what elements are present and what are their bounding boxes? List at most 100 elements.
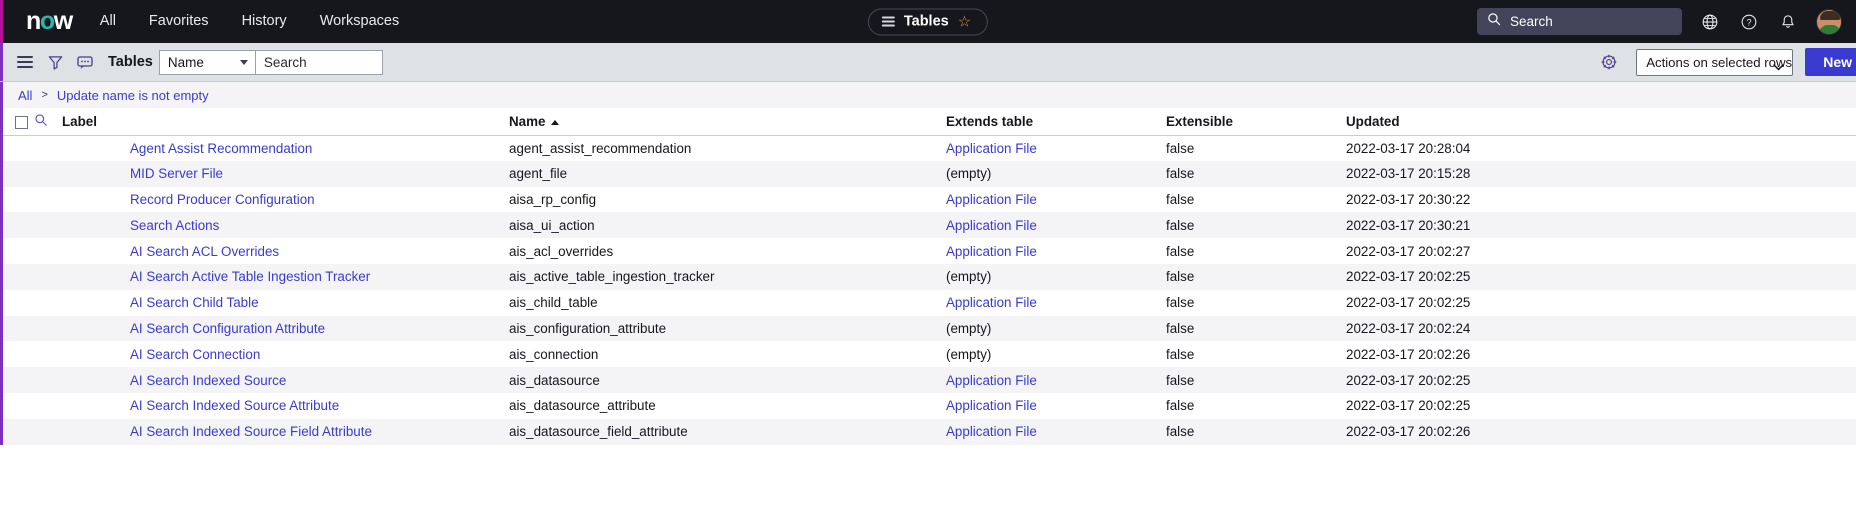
user-avatar[interactable]	[1816, 8, 1842, 35]
row-spacer-cell	[34, 316, 62, 342]
cell-extends-table: Application File	[946, 290, 1166, 316]
comment-icon[interactable]	[70, 47, 100, 77]
table-row[interactable]: AI Search Indexed Source Attribute ais_da…	[0, 392, 1856, 419]
record-label-link[interactable]: AI Search Indexed Source Field Attribute	[130, 424, 372, 439]
accent-edge-left	[0, 108, 3, 445]
column-header-name[interactable]: Name	[509, 108, 946, 136]
breadcrumb-item-filter[interactable]: Update name is not empty	[57, 88, 209, 103]
record-label-link[interactable]: AI Search Configuration Attribute	[130, 321, 325, 336]
cell-extensible: false	[1166, 346, 1195, 362]
select-all-rows-checkbox[interactable]	[15, 115, 28, 129]
extends-table-link[interactable]: Application File	[946, 192, 1037, 207]
list-search-input[interactable]: Search	[255, 49, 383, 75]
nav-item-history[interactable]: History	[242, 14, 287, 29]
row-spacer-cell	[34, 419, 62, 445]
extends-table-link[interactable]: Application File	[946, 218, 1037, 233]
cell-label: Search Actions	[62, 212, 509, 238]
tables-pill-label: Tables	[903, 13, 949, 30]
notifications-bell-icon[interactable]	[1777, 11, 1799, 33]
cell-updated: 2022-03-17 20:28:04	[1346, 140, 1471, 156]
cell-name: ais_configuration_attribute	[509, 320, 667, 336]
record-label-link[interactable]: MID Server File	[130, 166, 223, 181]
record-label-link[interactable]: AI Search Indexed Source Attribute	[130, 398, 339, 413]
global-search-input[interactable]: Search	[1477, 8, 1682, 35]
column-header-extensible-text: Extensible	[1166, 113, 1233, 129]
column-header-extensible[interactable]: Extensible	[1166, 108, 1346, 136]
tables-list-table: Label Name Extends table Extensible Upda…	[0, 108, 1856, 445]
help-icon[interactable]: ?	[1738, 11, 1760, 33]
cell-label: AI Search ACL Overrides	[62, 238, 509, 264]
nav-item-workspaces[interactable]: Workspaces	[320, 14, 400, 29]
cell-label: MID Server File	[62, 161, 509, 187]
cell-extends-table: (empty)	[946, 269, 992, 285]
star-icon[interactable]: ☆	[958, 14, 971, 29]
cell-name: ais_child_table	[509, 295, 598, 311]
servicenow-logo[interactable]: now	[26, 9, 73, 34]
cell-updated: 2022-03-17 20:02:27	[1346, 243, 1471, 259]
column-header-updated[interactable]: Updated	[1346, 108, 1856, 136]
record-label-link[interactable]: AI Search Active Table Ingestion Tracker	[130, 269, 370, 284]
row-spacer-cell	[34, 393, 62, 419]
accent-edge-left	[0, 82, 3, 108]
cell-updated: 2022-03-17 20:02:25	[1346, 372, 1471, 388]
cell-extensible: false	[1166, 243, 1195, 259]
table-row[interactable]: MID Server File agent_file (empty) false 202…	[0, 160, 1856, 187]
record-label-link[interactable]: Search Actions	[130, 218, 219, 233]
nav-item-favorites[interactable]: Favorites	[149, 14, 209, 29]
record-label-link[interactable]: AI Search Indexed Source	[130, 373, 286, 388]
nav-item-all[interactable]: All	[100, 14, 116, 29]
row-spacer-cell	[34, 341, 62, 367]
extends-table-link[interactable]: Application File	[946, 398, 1037, 413]
extends-table-link[interactable]: Application File	[946, 295, 1037, 310]
breadcrumb-item-all[interactable]: All	[18, 88, 32, 103]
table-row[interactable]: AI Search ACL Overrides ais_acl_overrides…	[0, 238, 1856, 264]
search-field-select[interactable]: Name	[158, 49, 256, 75]
extends-table-link[interactable]: Application File	[946, 244, 1037, 259]
cell-extends-table: Application File	[946, 393, 1166, 419]
table-row[interactable]: Record Producer Configuration aisa_rp_con…	[0, 186, 1856, 213]
gear-icon[interactable]	[1594, 47, 1624, 77]
table-row[interactable]: AI Search Indexed Source Field Attribute…	[0, 418, 1856, 445]
top-navigation-bar: now All Favorites History Workspaces Tab…	[0, 0, 1856, 43]
cell-name: agent_file	[509, 166, 568, 182]
row-spacer-cell	[34, 238, 62, 264]
table-row[interactable]: AI Search Active Table Ingestion Tracker…	[0, 263, 1856, 290]
accent-edge-left	[0, 0, 3, 43]
table-row[interactable]: AI Search Child Table ais_child_table Appl…	[0, 289, 1856, 316]
sort-ascending-icon	[551, 119, 560, 125]
column-header-extends-table[interactable]: Extends table	[946, 108, 1166, 136]
table-row[interactable]: AI Search Configuration Attribute ais_con…	[0, 315, 1856, 342]
extends-table-link[interactable]: Application File	[946, 424, 1037, 439]
cell-updated: 2022-03-17 20:02:25	[1346, 398, 1471, 414]
cell-extends-table: (empty)	[946, 166, 992, 182]
hamburger-icon[interactable]	[10, 47, 40, 77]
extends-table-link[interactable]: Application File	[946, 373, 1037, 388]
actions-on-selected-rows-select[interactable]: Actions on selected rows...	[1636, 48, 1794, 76]
table-row[interactable]: AI Search Indexed Source ais_datasource Ap…	[0, 367, 1856, 393]
funnel-filter-icon[interactable]	[40, 47, 70, 77]
row-select-cell	[0, 290, 34, 316]
new-button[interactable]: New	[1805, 48, 1856, 76]
record-label-link[interactable]: AI Search ACL Overrides	[130, 244, 279, 259]
record-label-link[interactable]: Record Producer Configuration	[130, 192, 315, 207]
table-body: Agent Assist Recommendation agent_assist_…	[0, 135, 1856, 445]
record-label-link[interactable]: AI Search Connection	[130, 347, 260, 362]
cell-updated: 2022-03-17 20:02:25	[1346, 269, 1471, 285]
table-row[interactable]: Agent Assist Recommendation agent_assist_…	[0, 135, 1856, 161]
top-bar-right-actions: Search ?	[1477, 8, 1842, 35]
table-row[interactable]: AI Search Connection ais_connection (empty…	[0, 341, 1856, 368]
cell-updated: 2022-03-17 20:02:24	[1346, 320, 1471, 336]
table-row[interactable]: Search Actions aisa_ui_action Application …	[0, 212, 1856, 239]
cell-extends-table: (empty)	[946, 320, 992, 336]
extends-table-link[interactable]: Application File	[946, 141, 1037, 156]
globe-icon[interactable]	[1699, 11, 1721, 33]
cell-extensible: false	[1166, 320, 1195, 336]
column-header-label[interactable]: Label	[62, 108, 509, 136]
cell-name: aisa_ui_action	[509, 217, 595, 233]
tables-page-pill[interactable]: Tables ☆	[867, 8, 989, 35]
record-label-link[interactable]: AI Search Child Table	[130, 295, 259, 310]
column-search-icon[interactable]	[34, 113, 48, 127]
accent-edge-left	[0, 43, 3, 81]
record-label-link[interactable]: Agent Assist Recommendation	[130, 141, 312, 156]
column-header-label-text: Label	[62, 113, 97, 129]
